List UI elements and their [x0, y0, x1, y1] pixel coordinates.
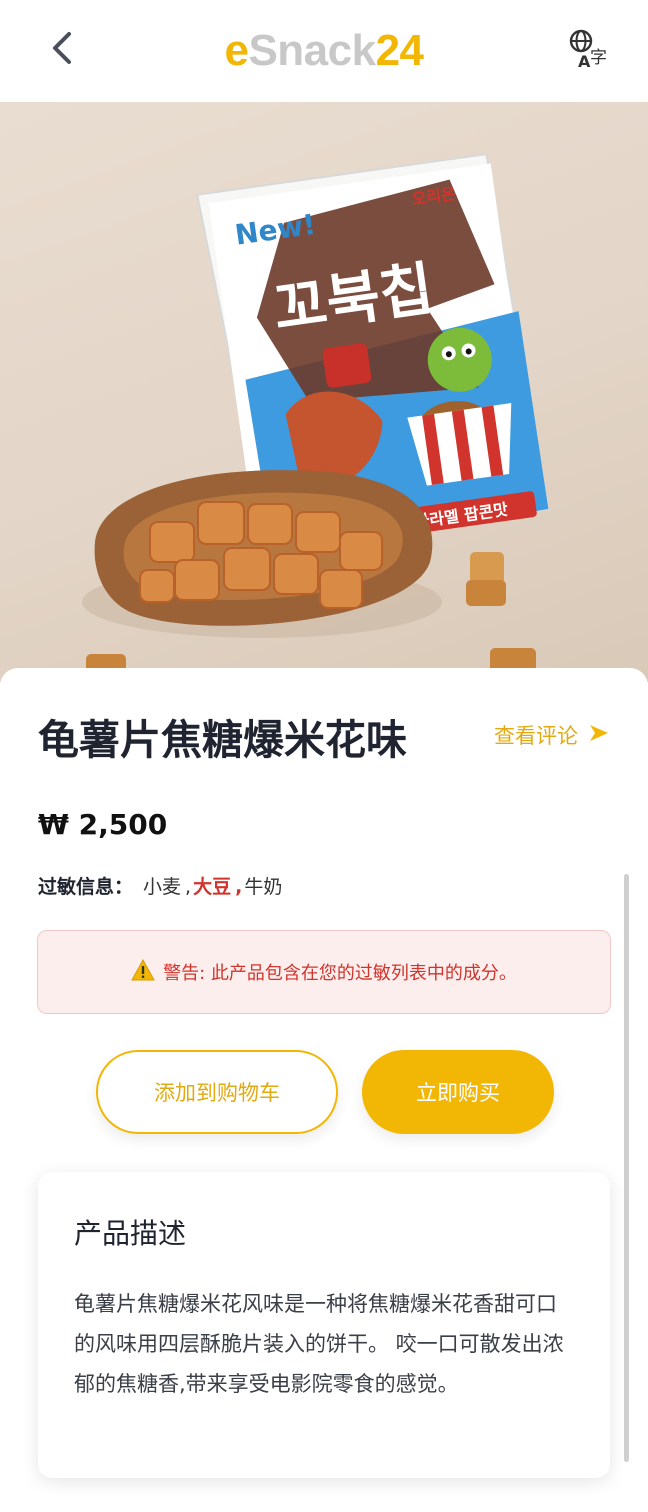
warning-text: 警告: 此产品包含在您的过敏列表中的成分。 — [163, 963, 517, 984]
buy-now-button[interactable]: 立即购买 — [362, 1050, 554, 1134]
allergen-item-highlighted: 大豆 — [193, 876, 232, 898]
translate-icon: A 字 — [568, 28, 610, 74]
add-to-cart-button[interactable]: 添加到购物车 — [96, 1050, 338, 1134]
product-detail-page: eSnack24 A 字 New! 꼬북칩 오리온 카라멜 팝콘맛 龟薯片焦糖爆… — [0, 0, 648, 1512]
language-button[interactable]: A 字 — [566, 28, 612, 74]
arrow-right-icon — [588, 723, 610, 748]
description-title: 产品描述 — [74, 1217, 187, 1250]
allergy-label: 过敏信息： — [38, 876, 134, 898]
warning-icon — [131, 958, 155, 986]
allergen-item: 小麦 — [143, 876, 182, 898]
view-reviews-link[interactable]: 查看评论 — [494, 720, 610, 750]
product-info-card: 龟薯片焦糖爆米花味 查看评论 ₩ 2,500 过敏信息： 小麦 , 大豆 , 牛… — [0, 668, 648, 1512]
product-description-card: 产品描述 龟薯片焦糖爆米花风味是一种将焦糖爆米花香甜可口的风味用四层酥脆片装入的… — [38, 1172, 610, 1478]
allergy-warning-banner: 警告: 此产品包含在您的过敏列表中的成分。 — [37, 930, 611, 1014]
product-price: ₩ 2,500 — [38, 808, 168, 841]
product-title: 龟薯片焦糖爆米花味 — [38, 716, 407, 764]
allergen-separator: , — [185, 876, 192, 898]
allergen-separator: , — [235, 876, 243, 898]
description-text: 龟薯片焦糖爆米花风味是一种将焦糖爆米花香甜可口的风味用四层酥脆片装入的饼干。 咬… — [74, 1292, 564, 1396]
allergy-info: 过敏信息： 小麦 , 大豆 , 牛奶 — [38, 872, 282, 899]
scrollbar[interactable] — [624, 874, 629, 1462]
back-button[interactable] — [40, 26, 84, 74]
app-header: eSnack24 A 字 — [0, 0, 648, 102]
app-logo: eSnack24 — [224, 26, 424, 75]
product-image: New! 꼬북칩 오리온 카라멜 팝콘맛 — [0, 102, 648, 682]
view-reviews-label: 查看评论 — [494, 724, 578, 748]
chevron-left-icon — [49, 28, 75, 72]
svg-text:字: 字 — [590, 48, 607, 68]
allergen-item: 牛奶 — [244, 876, 283, 898]
